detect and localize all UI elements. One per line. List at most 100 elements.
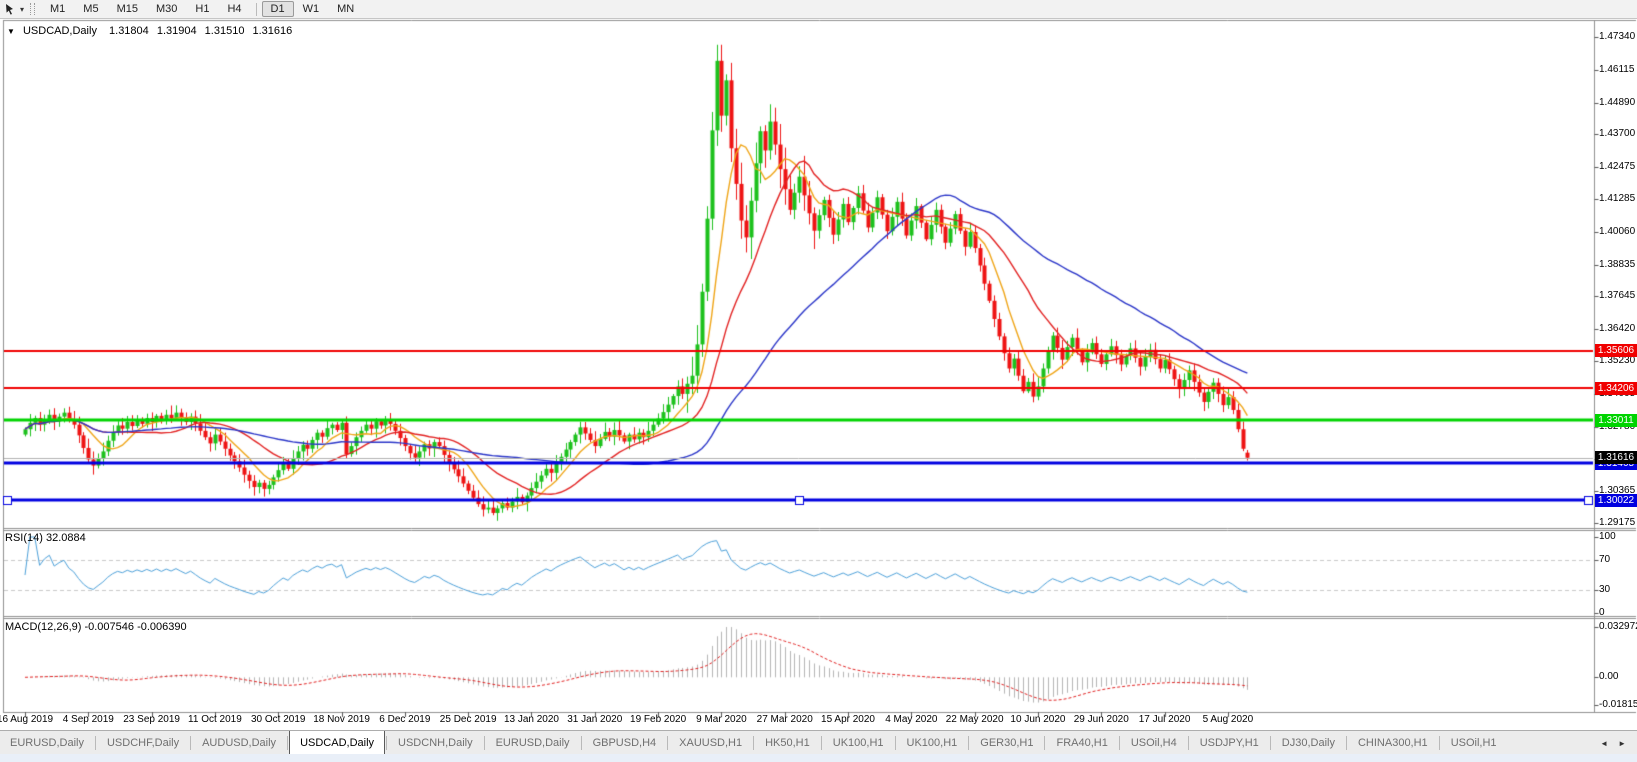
chart-tab-hk50-h1[interactable]: HK50,H1	[755, 731, 820, 755]
tab-separator	[190, 736, 191, 750]
date-tick-label: 18 Nov 2019	[313, 714, 370, 725]
price-tick-label: 1.47340	[1599, 31, 1635, 42]
chart-tab-usoil-h4[interactable]: USOil,H4	[1121, 731, 1187, 755]
tab-separator	[895, 736, 896, 750]
hline-price-badge: 1.35606	[1595, 344, 1637, 357]
timeframe-button-m5[interactable]: M5	[74, 1, 107, 17]
date-tick-label: 10 Jun 2020	[1010, 714, 1065, 725]
chart-tab-xauusd-h1[interactable]: XAUUSD,H1	[669, 731, 752, 755]
timeframe-toolbar: ▾ M1M5M15M30H1H4 D1W1MN	[0, 0, 1637, 19]
price-tick-label: 1.36420	[1599, 323, 1635, 334]
date-tick-label: 29 Jun 2020	[1074, 714, 1129, 725]
chart-tab-gbpusd-h4[interactable]: GBPUSD,H4	[583, 731, 667, 755]
tab-separator	[1346, 736, 1347, 750]
price-tick-label: 1.40060	[1599, 226, 1635, 237]
price-tick-label: 1.29175	[1599, 517, 1635, 528]
chart-tab-fra40-h1[interactable]: FRA40,H1	[1046, 731, 1117, 755]
status-strip	[0, 754, 1637, 762]
rsi-tick-label: 100	[1599, 531, 1616, 542]
timeframe-button-d1[interactable]: D1	[262, 1, 294, 17]
collapse-caret-icon[interactable]: ▼	[7, 27, 15, 36]
chart-tab-uk100-h1[interactable]: UK100,H1	[897, 731, 968, 755]
tab-separator	[1188, 736, 1189, 750]
date-tick-label: 27 Mar 2020	[757, 714, 813, 725]
price-tick-label: 1.46115	[1599, 64, 1634, 75]
timeframe-button-h4[interactable]: H4	[218, 1, 250, 17]
timeframe-button-w1[interactable]: W1	[294, 1, 329, 17]
rsi-tick-label: 0	[1599, 607, 1605, 618]
chart-tab-usoil-h1[interactable]: USOil,H1	[1441, 731, 1507, 755]
rsi-indicator-label: RSI(14) 32.0884	[5, 532, 86, 544]
timeframe-button-m1[interactable]: M1	[41, 1, 74, 17]
symbol-period-label: USDCAD,Daily	[23, 25, 97, 37]
date-tick-label: 25 Dec 2019	[440, 714, 497, 725]
toolbar-grip[interactable]	[30, 3, 35, 15]
date-tick-label: 19 Feb 2020	[630, 714, 686, 725]
macd-tick-label: -0.018154	[1599, 699, 1637, 710]
price-tick-label: 1.44890	[1599, 97, 1635, 108]
chart-tab-usdcnh-daily[interactable]: USDCNH,Daily	[388, 731, 483, 755]
tab-separator	[1439, 736, 1440, 750]
tab-separator	[1044, 736, 1045, 750]
timeframe-button-m30[interactable]: M30	[147, 1, 186, 17]
tab-scroll-left-icon[interactable]: ◄	[1595, 737, 1613, 750]
tab-separator	[287, 736, 288, 750]
macd-indicator-label: MACD(12,26,9) -0.007546 -0.006390	[5, 621, 187, 633]
timeframe-button-h1[interactable]: H1	[186, 1, 218, 17]
date-tick-label: 17 Jul 2020	[1139, 714, 1191, 725]
macd-tick-label: 0.00	[1599, 671, 1618, 682]
chart-tab-audusd-daily[interactable]: AUDUSD,Daily	[192, 731, 286, 755]
chart-header: ▼ USDCAD,Daily 1.31804 1.31904 1.31510 1…	[7, 25, 297, 37]
tab-separator	[1119, 736, 1120, 750]
tab-separator	[1270, 736, 1271, 750]
price-tick-label: 1.43700	[1599, 128, 1635, 139]
hline-price-badge: 1.34206	[1595, 382, 1637, 395]
chart-tab-bar: EURUSD,DailyUSDCHF,DailyAUDUSD,DailyUSDC…	[0, 730, 1637, 755]
tab-separator	[386, 736, 387, 750]
date-tick-label: 31 Jan 2020	[567, 714, 622, 725]
timeframe-button-mn[interactable]: MN	[328, 1, 363, 17]
tab-separator	[95, 736, 96, 750]
toolbar-separator	[256, 3, 257, 16]
chart-tab-dj30-daily[interactable]: DJ30,Daily	[1272, 731, 1345, 755]
date-tick-label: 4 Sep 2019	[63, 714, 114, 725]
price-tick-label: 1.37645	[1599, 290, 1635, 301]
date-tick-label: 16 Aug 2019	[0, 714, 53, 725]
chart-tab-china300-h1[interactable]: CHINA300,H1	[1348, 731, 1438, 755]
tab-scroll-arrows: ◄►	[1595, 731, 1637, 755]
date-tick-label: 23 Sep 2019	[123, 714, 180, 725]
chart-tab-usdchf-daily[interactable]: USDCHF,Daily	[97, 731, 189, 755]
tab-separator	[821, 736, 822, 750]
price-tick-label: 1.42475	[1599, 161, 1635, 172]
date-tick-label: 22 May 2020	[946, 714, 1004, 725]
hline-price-badge: 1.30022	[1595, 494, 1637, 507]
current-price-badge: 1.31616	[1595, 451, 1637, 464]
macd-tick-label: 0.032972	[1599, 621, 1637, 632]
mt4-chart-window: ▾ M1M5M15M30H1H4 D1W1MN ▼ USDCAD,Daily 1.…	[0, 0, 1637, 762]
chart-type-dropdown-caret[interactable]: ▾	[19, 5, 28, 14]
date-tick-label: 15 Apr 2020	[821, 714, 875, 725]
tab-separator	[968, 736, 969, 750]
chart-tab-usdjpy-h1[interactable]: USDJPY,H1	[1190, 731, 1269, 755]
chart-tab-eurusd-daily[interactable]: EURUSD,Daily	[0, 731, 94, 755]
low-value: 1.31510	[205, 25, 245, 37]
date-tick-label: 11 Oct 2019	[188, 714, 242, 725]
timeframe-button-m15[interactable]: M15	[108, 1, 147, 17]
close-value: 1.31616	[253, 25, 293, 37]
hline-price-badge: 1.33011	[1595, 414, 1637, 427]
cursor-tool-icon[interactable]	[0, 0, 19, 18]
tab-separator	[581, 736, 582, 750]
date-tick-label: 30 Oct 2019	[251, 714, 305, 725]
date-tick-label: 6 Dec 2019	[379, 714, 430, 725]
rsi-tick-label: 30	[1599, 584, 1610, 595]
chart-tab-eurusd-daily[interactable]: EURUSD,Daily	[486, 731, 580, 755]
date-tick-label: 13 Jan 2020	[504, 714, 559, 725]
chart-tab-uk100-h1[interactable]: UK100,H1	[823, 731, 894, 755]
rsi-tick-label: 70	[1599, 554, 1610, 565]
tab-scroll-right-icon[interactable]: ►	[1613, 737, 1631, 750]
price-chart-canvas[interactable]	[0, 0, 1637, 762]
tab-separator	[667, 736, 668, 750]
chart-tab-ger30-h1[interactable]: GER30,H1	[970, 731, 1043, 755]
chart-tab-usdcad-daily[interactable]: USDCAD,Daily	[289, 731, 385, 755]
timeframe-buttons: M1M5M15M30H1H4 D1W1MN	[41, 1, 363, 17]
